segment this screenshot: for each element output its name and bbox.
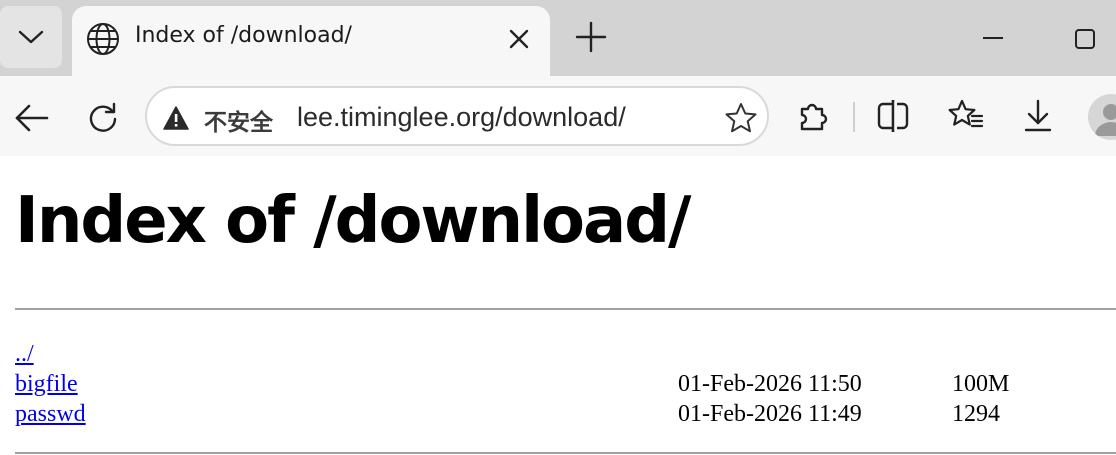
file-size: 100M — [952, 371, 1010, 397]
address-bar[interactable]: 不安全 lee.timinglee.org/download/ — [145, 86, 769, 146]
star-icon[interactable] — [725, 102, 757, 134]
arrow-left-icon — [15, 104, 49, 132]
reload-button[interactable] — [83, 98, 123, 138]
list-item: bigfile 01-Feb-2026 11:50 100M — [15, 369, 1116, 399]
chevron-down-icon — [18, 30, 44, 44]
file-size: 1294 — [952, 401, 1000, 427]
toolbar-divider — [853, 102, 855, 132]
tab-list-button[interactable] — [0, 6, 62, 68]
reload-icon — [89, 102, 117, 132]
extensions-button[interactable] — [793, 96, 833, 136]
split-screen-button[interactable] — [873, 96, 913, 136]
tab-strip: Index of /download/ — [0, 0, 1116, 76]
file-link-parent[interactable]: ../ — [15, 341, 34, 367]
list-item: passwd 01-Feb-2026 11:49 1294 — [15, 399, 1116, 429]
file-modified-time: 01-Feb-2026 11:49 — [678, 401, 862, 427]
plus-icon[interactable] — [574, 20, 608, 54]
warning-triangle-icon[interactable] — [163, 105, 189, 131]
list-item: ../ — [15, 339, 1116, 369]
download-icon — [1024, 99, 1052, 132]
browser-toolbar: 不安全 lee.timinglee.org/download/ — [0, 76, 1116, 156]
url-text[interactable]: lee.timinglee.org/download/ — [297, 102, 626, 133]
globe-icon — [87, 23, 119, 55]
profile-button[interactable] — [1088, 94, 1116, 140]
close-icon[interactable] — [506, 26, 532, 52]
divider — [15, 308, 1116, 310]
back-button[interactable] — [12, 98, 52, 138]
page-content: Index of /download/ ../ bigfile 01-Feb-2… — [0, 156, 1116, 455]
favorites-list-icon — [948, 99, 984, 128]
file-listing: ../ bigfile 01-Feb-2026 11:50 100M passw… — [15, 339, 1116, 429]
minimize-icon[interactable] — [980, 28, 1006, 48]
downloads-button[interactable] — [1018, 96, 1058, 136]
divider — [15, 452, 1116, 454]
security-label[interactable]: 不安全 — [204, 103, 273, 137]
tab-active[interactable]: Index of /download/ — [72, 6, 550, 76]
favorites-button[interactable] — [946, 96, 986, 136]
tab-title: Index of /download/ — [135, 23, 352, 48]
file-link-bigfile[interactable]: bigfile — [15, 371, 78, 397]
puzzle-icon — [800, 103, 828, 131]
avatar-icon — [1095, 104, 1116, 136]
page-title: Index of /download/ — [15, 184, 691, 258]
file-link-passwd[interactable]: passwd — [15, 401, 86, 427]
file-modified-time: 01-Feb-2026 11:50 — [678, 371, 862, 397]
split-screen-icon — [877, 100, 909, 132]
maximize-icon[interactable] — [1072, 26, 1098, 52]
